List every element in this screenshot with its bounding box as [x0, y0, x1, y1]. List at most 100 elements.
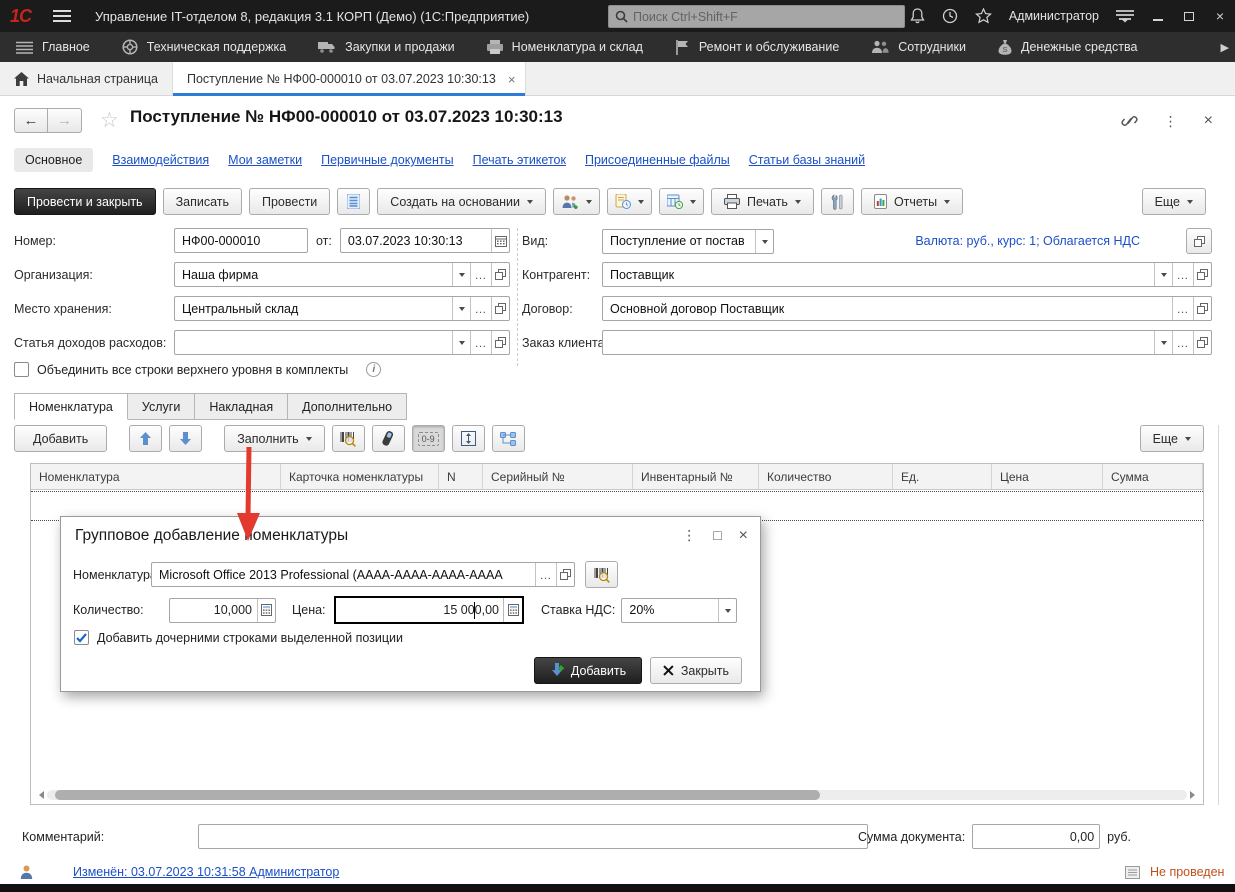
hierarchy-button[interactable]	[492, 425, 525, 452]
navlink-kb-articles[interactable]: Статьи базы знаний	[749, 153, 865, 167]
open-icon[interactable]	[491, 263, 509, 286]
post-and-close-button[interactable]: Провести и закрыть	[14, 188, 156, 215]
more-button[interactable]: Еще	[1142, 188, 1206, 215]
kind-field[interactable]: Поступление от постав	[602, 229, 774, 254]
reports-button[interactable]: Отчеты	[861, 188, 963, 215]
contract-field[interactable]: Основной договор Поставщик …	[602, 296, 1212, 321]
tab-services[interactable]: Услуги	[128, 393, 195, 420]
move-down-button[interactable]	[169, 425, 202, 452]
menu-item-purchases[interactable]: Закупки и продажи	[318, 40, 455, 54]
auto-numbering-button[interactable]: 0-9	[412, 425, 445, 452]
date-field[interactable]: 03.07.2023 10:30:13	[340, 228, 510, 253]
back-button[interactable]: ←	[14, 108, 48, 133]
calculator-icon[interactable]	[257, 599, 275, 622]
comment-field[interactable]	[198, 824, 868, 849]
dialog-price-field-focused[interactable]: 15 000,00	[334, 596, 524, 624]
close-window-button[interactable]: ×	[1213, 0, 1227, 32]
choose-icon[interactable]: …	[1172, 263, 1193, 286]
navlink-interactions[interactable]: Взаимодействия	[112, 153, 209, 167]
combine-rows-checkbox[interactable]	[14, 362, 29, 377]
dropdown-icon[interactable]	[1154, 263, 1172, 286]
dropdown-icon[interactable]	[452, 297, 470, 320]
main-menu-icon[interactable]	[53, 9, 71, 23]
dialog-barcode-button[interactable]	[585, 561, 618, 588]
table-more-button[interactable]: Еще	[1140, 425, 1204, 452]
menu-item-repair[interactable]: Ремонт и обслуживание	[675, 40, 839, 55]
table-schedule-button[interactable]	[659, 188, 704, 215]
dropdown-icon[interactable]	[1154, 331, 1172, 354]
history-icon[interactable]	[942, 8, 958, 24]
assign-responsible-button[interactable]	[553, 188, 600, 215]
menu-item-main[interactable]: Главное	[16, 40, 90, 54]
forward-button[interactable]: →	[48, 108, 82, 133]
currency-open-icon[interactable]	[1186, 228, 1212, 254]
maximize-button[interactable]	[1182, 0, 1196, 32]
open-icon[interactable]	[1193, 263, 1211, 286]
open-icon[interactable]	[556, 563, 574, 586]
choose-icon[interactable]: …	[470, 263, 491, 286]
dialog-vat-field[interactable]: 20%	[621, 598, 737, 623]
col-sum[interactable]: Сумма	[1103, 464, 1203, 489]
dialog-item-field[interactable]: Microsoft Office 2013 Professional (AAAA…	[151, 562, 575, 587]
contractor-field[interactable]: Поставщик …	[602, 262, 1212, 287]
calendar-icon[interactable]	[491, 229, 509, 252]
structure-button[interactable]	[337, 188, 370, 215]
notifications-bell-icon[interactable]	[910, 8, 925, 24]
menu-item-money[interactable]: S Денежные средства	[998, 40, 1137, 55]
dialog-child-rows-checkbox[interactable]	[74, 630, 89, 645]
more-menu-icon[interactable]: ⋮	[1164, 113, 1178, 130]
barcode-search-button[interactable]	[332, 425, 365, 452]
scrollbar-track[interactable]	[47, 790, 1187, 800]
create-based-on-button[interactable]: Создать на основании	[377, 188, 546, 215]
choose-icon[interactable]: …	[470, 297, 491, 320]
print-button[interactable]: Печать	[711, 188, 814, 215]
service-menu-icon[interactable]	[1116, 9, 1134, 23]
dialog-add-button[interactable]: Добавить	[534, 657, 642, 684]
scroll-left-icon[interactable]	[35, 791, 44, 799]
col-card[interactable]: Карточка номенклатуры	[281, 464, 439, 489]
dialog-close-button[interactable]: Закрыть	[650, 657, 742, 684]
tab-close-icon[interactable]: ×	[508, 72, 516, 87]
col-unit[interactable]: Ед.	[893, 464, 992, 489]
horizontal-scrollbar[interactable]	[35, 789, 1199, 801]
tab-invoice[interactable]: Накладная	[195, 393, 288, 420]
scrollbar-thumb[interactable]	[55, 790, 820, 800]
menu-overflow-icon[interactable]: ▶	[1221, 41, 1229, 54]
add-row-button[interactable]: Добавить	[14, 425, 107, 452]
tab-additional[interactable]: Дополнительно	[288, 393, 407, 420]
navlink-main[interactable]: Основное	[14, 148, 93, 172]
tab-home[interactable]: Начальная страница	[0, 62, 173, 96]
navlink-labels-print[interactable]: Печать этикеток	[473, 153, 566, 167]
col-inventory[interactable]: Инвентарный №	[633, 464, 759, 489]
open-icon[interactable]	[1193, 331, 1211, 354]
col-serial[interactable]: Серийный №	[483, 464, 633, 489]
row-height-button[interactable]	[452, 425, 485, 452]
menu-item-employees[interactable]: Сотрудники	[871, 40, 966, 54]
number-field[interactable]: НФ00-000010	[174, 228, 308, 253]
navlink-attached-files[interactable]: Присоединенные файлы	[585, 153, 730, 167]
dialog-close-icon[interactable]: ×	[739, 527, 748, 545]
scanner-button[interactable]	[372, 425, 405, 452]
organization-field[interactable]: Наша фирма …	[174, 262, 510, 287]
favorites-star-icon[interactable]	[975, 8, 992, 24]
modified-link[interactable]: Изменён: 03.07.2023 10:31:58 Администрат…	[73, 865, 339, 879]
tab-document[interactable]: Поступление № НФ00-000010 от 03.07.2023 …	[173, 62, 526, 96]
client-order-field[interactable]: …	[602, 330, 1212, 355]
menu-item-stock[interactable]: Номенклатура и склад	[487, 40, 643, 55]
col-price[interactable]: Цена	[992, 464, 1103, 489]
choose-icon[interactable]: …	[1172, 331, 1193, 354]
expense-item-field[interactable]: …	[174, 330, 510, 355]
open-icon[interactable]	[491, 297, 509, 320]
open-icon[interactable]	[491, 331, 509, 354]
tab-nomenclature[interactable]: Номенклатура	[14, 393, 128, 420]
calculator-icon[interactable]	[503, 598, 522, 622]
choose-icon[interactable]: …	[470, 331, 491, 354]
info-icon[interactable]: i	[366, 362, 381, 377]
col-n[interactable]: N	[439, 464, 483, 489]
choose-icon[interactable]: …	[535, 563, 556, 586]
navlink-notes[interactable]: Мои заметки	[228, 153, 302, 167]
document-schedule-button[interactable]	[607, 188, 652, 215]
get-link-icon[interactable]	[1121, 114, 1138, 128]
choose-icon[interactable]: …	[1172, 297, 1193, 320]
close-form-icon[interactable]: ×	[1204, 112, 1213, 130]
